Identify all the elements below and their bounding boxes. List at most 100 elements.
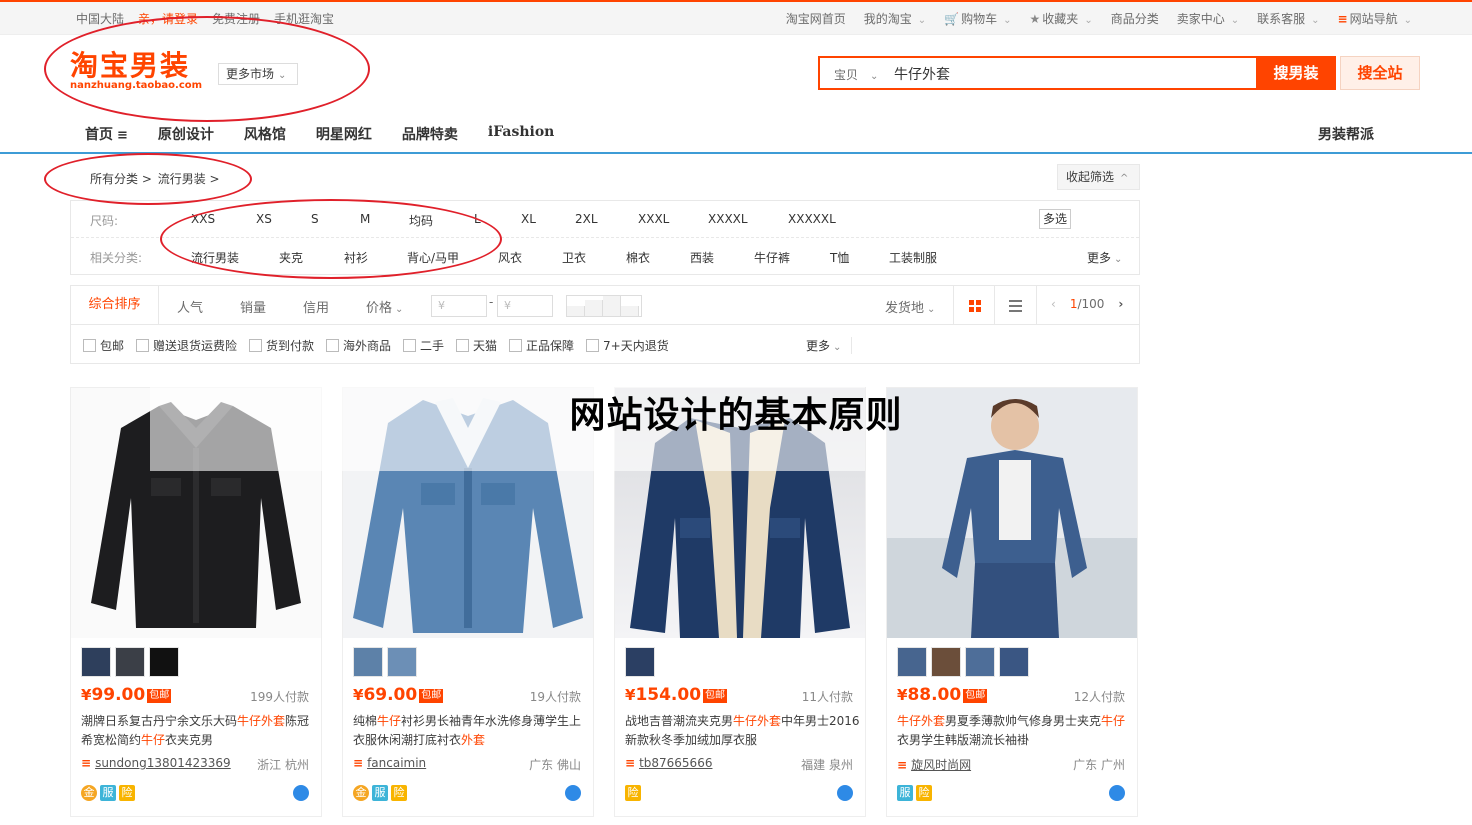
category-option[interactable]: 夹克 <box>279 249 303 266</box>
shop-link[interactable]: tb87665666 <box>625 756 712 770</box>
thumb-image[interactable] <box>999 647 1029 677</box>
nav-ifashion[interactable]: iFashion <box>488 124 554 144</box>
chat-icon[interactable] <box>1109 785 1125 801</box>
my-taobao-menu[interactable]: 我的淘宝 <box>864 10 926 27</box>
collapse-filter-button[interactable]: 收起筛选 <box>1057 164 1140 190</box>
category-option[interactable]: 背心/马甲 <box>407 249 459 266</box>
insurance-icon[interactable]: 险 <box>916 785 932 801</box>
category-option[interactable]: 西装 <box>690 249 714 266</box>
service-icon[interactable]: 服 <box>372 785 388 801</box>
shop-link[interactable]: 旋风时尚网 <box>897 756 971 773</box>
site-nav-menu[interactable]: ≡ 网站导航 <box>1338 10 1412 27</box>
prev-page-icon[interactable]: ‹ <box>1051 297 1056 311</box>
price-range-slider[interactable] <box>566 295 642 317</box>
product-card[interactable]: ¥88.00 包邮 12人付款 牛仔外套男夏季薄款帅气修身男士夹克牛仔衣男学生韩版… <box>886 387 1138 817</box>
size-option[interactable]: 2XL <box>575 212 598 226</box>
second-hand-checkbox[interactable]: 二手 <box>403 337 444 354</box>
category-option[interactable]: 工装制服 <box>889 249 937 266</box>
product-title[interactable]: 纯棉牛仔衬衫男长袖青年水洗修身薄学生上衣服休闲潮打底衬衣外套 <box>353 712 588 750</box>
return-insurance-checkbox[interactable]: 赠送退货运费险 <box>136 337 237 354</box>
sort-credit-tab[interactable]: 信用 <box>303 297 329 316</box>
cart-menu[interactable]: 🛒 购物车 <box>944 10 1011 27</box>
size-option[interactable]: L <box>474 212 481 226</box>
register-link[interactable]: 免费注册 <box>212 10 260 27</box>
gold-seller-icon[interactable]: 金 <box>353 785 369 801</box>
free-shipping-checkbox[interactable]: 包邮 <box>83 337 124 354</box>
tmall-checkbox[interactable]: 天猫 <box>456 337 497 354</box>
price-max-input[interactable]: ¥ <box>497 295 553 317</box>
thumb-image[interactable] <box>387 647 417 677</box>
breadcrumb-menswear[interactable]: 流行男装 > <box>158 172 220 186</box>
favorites-menu[interactable]: ★ 收藏夹 <box>1030 10 1093 27</box>
nav-mens-group[interactable]: 男装帮派 <box>1318 124 1374 144</box>
service-menu[interactable]: 联系客服 <box>1257 10 1319 27</box>
product-title[interactable]: 战地吉普潮流夹克男牛仔外套中年男士2016新款秋冬季加绒加厚衣服 <box>625 712 860 750</box>
site-logo[interactable]: 淘宝男装 nanzhuang.taobao.com <box>70 50 202 92</box>
category-link[interactable]: 商品分类 <box>1111 10 1159 27</box>
sort-default-tab[interactable]: 综合排序 <box>71 286 159 324</box>
thumb-image[interactable] <box>931 647 961 677</box>
checks-more-button[interactable]: 更多 <box>806 337 853 354</box>
grid-view-icon[interactable] <box>953 286 995 324</box>
size-option[interactable]: XS <box>256 212 272 226</box>
genuine-checkbox[interactable]: 正品保障 <box>509 337 574 354</box>
size-option[interactable]: XXXL <box>638 212 669 226</box>
chat-icon[interactable] <box>837 785 853 801</box>
category-option[interactable]: 流行男装 <box>191 249 239 266</box>
category-option[interactable]: 牛仔裤 <box>754 249 790 266</box>
nav-style-hall[interactable]: 风格馆 <box>244 124 286 144</box>
overseas-checkbox[interactable]: 海外商品 <box>326 337 391 354</box>
thumb-image[interactable] <box>353 647 383 677</box>
category-option[interactable]: 卫衣 <box>562 249 586 266</box>
search-category-select[interactable]: 宝贝 <box>834 66 878 83</box>
insurance-icon[interactable]: 险 <box>391 785 407 801</box>
thumb-image[interactable] <box>625 647 655 677</box>
insurance-icon[interactable]: 险 <box>119 785 135 801</box>
sort-price-tab[interactable]: 价格 <box>366 297 403 316</box>
size-option[interactable]: XL <box>521 212 536 226</box>
size-option[interactable]: XXXXL <box>708 212 748 226</box>
thumb-image[interactable] <box>965 647 995 677</box>
more-market-dropdown[interactable]: 更多市场 <box>218 63 298 85</box>
size-option[interactable]: XXS <box>191 212 215 226</box>
size-option[interactable]: M <box>360 212 370 226</box>
home-link[interactable]: 淘宝网首页 <box>786 10 846 27</box>
seller-center-menu[interactable]: 卖家中心 <box>1177 10 1239 27</box>
search-input[interactable] <box>894 62 1244 86</box>
breadcrumb-all[interactable]: 所有分类 > <box>90 172 152 186</box>
category-more-button[interactable]: 更多 <box>1087 249 1122 266</box>
product-title[interactable]: 潮牌日系复古丹宁余文乐大码牛仔外套陈冠希宽松简约牛仔衣夹克男 <box>81 712 316 750</box>
list-view-icon[interactable] <box>995 286 1037 324</box>
search-all-button[interactable]: 搜全站 <box>1340 56 1420 90</box>
next-page-icon[interactable]: › <box>1118 297 1123 311</box>
category-option[interactable]: 风衣 <box>498 249 522 266</box>
thumb-image[interactable] <box>81 647 111 677</box>
nav-original-design[interactable]: 原创设计 <box>158 124 214 144</box>
sort-sales-tab[interactable]: 销量 <box>240 297 266 316</box>
category-option[interactable]: 棉衣 <box>626 249 650 266</box>
thumb-image[interactable] <box>149 647 179 677</box>
search-men-button[interactable]: 搜男装 <box>1256 56 1336 90</box>
nav-brand-sale[interactable]: 品牌特卖 <box>402 124 458 144</box>
thumb-image[interactable] <box>115 647 145 677</box>
gold-seller-icon[interactable]: 金 <box>81 785 97 801</box>
thumb-image[interactable] <box>897 647 927 677</box>
seven-day-return-checkbox[interactable]: 7+天内退货 <box>586 337 669 354</box>
login-link[interactable]: 亲，请登录 <box>138 10 198 27</box>
service-icon[interactable]: 服 <box>100 785 116 801</box>
chat-icon[interactable] <box>565 785 581 801</box>
category-option[interactable]: 衬衫 <box>344 249 368 266</box>
service-icon[interactable]: 服 <box>897 785 913 801</box>
nav-celebrity[interactable]: 明星网红 <box>316 124 372 144</box>
product-title[interactable]: 牛仔外套男夏季薄款帅气修身男士夹克牛仔衣男学生韩版潮流长袖褂 <box>897 712 1132 750</box>
size-option[interactable]: XXXXXL <box>788 212 836 226</box>
nav-home[interactable]: 首页 ≡ <box>85 124 128 144</box>
sort-popularity-tab[interactable]: 人气 <box>177 297 203 316</box>
region-selector[interactable]: 中国大陆 <box>76 10 124 27</box>
shop-link[interactable]: sundong13801423369 <box>81 756 231 770</box>
size-option[interactable]: S <box>311 212 319 226</box>
size-option[interactable]: 均码 <box>409 212 433 229</box>
insurance-icon[interactable]: 险 <box>625 785 641 801</box>
mobile-link[interactable]: 手机逛淘宝 <box>274 10 334 27</box>
category-option[interactable]: T恤 <box>830 249 849 266</box>
